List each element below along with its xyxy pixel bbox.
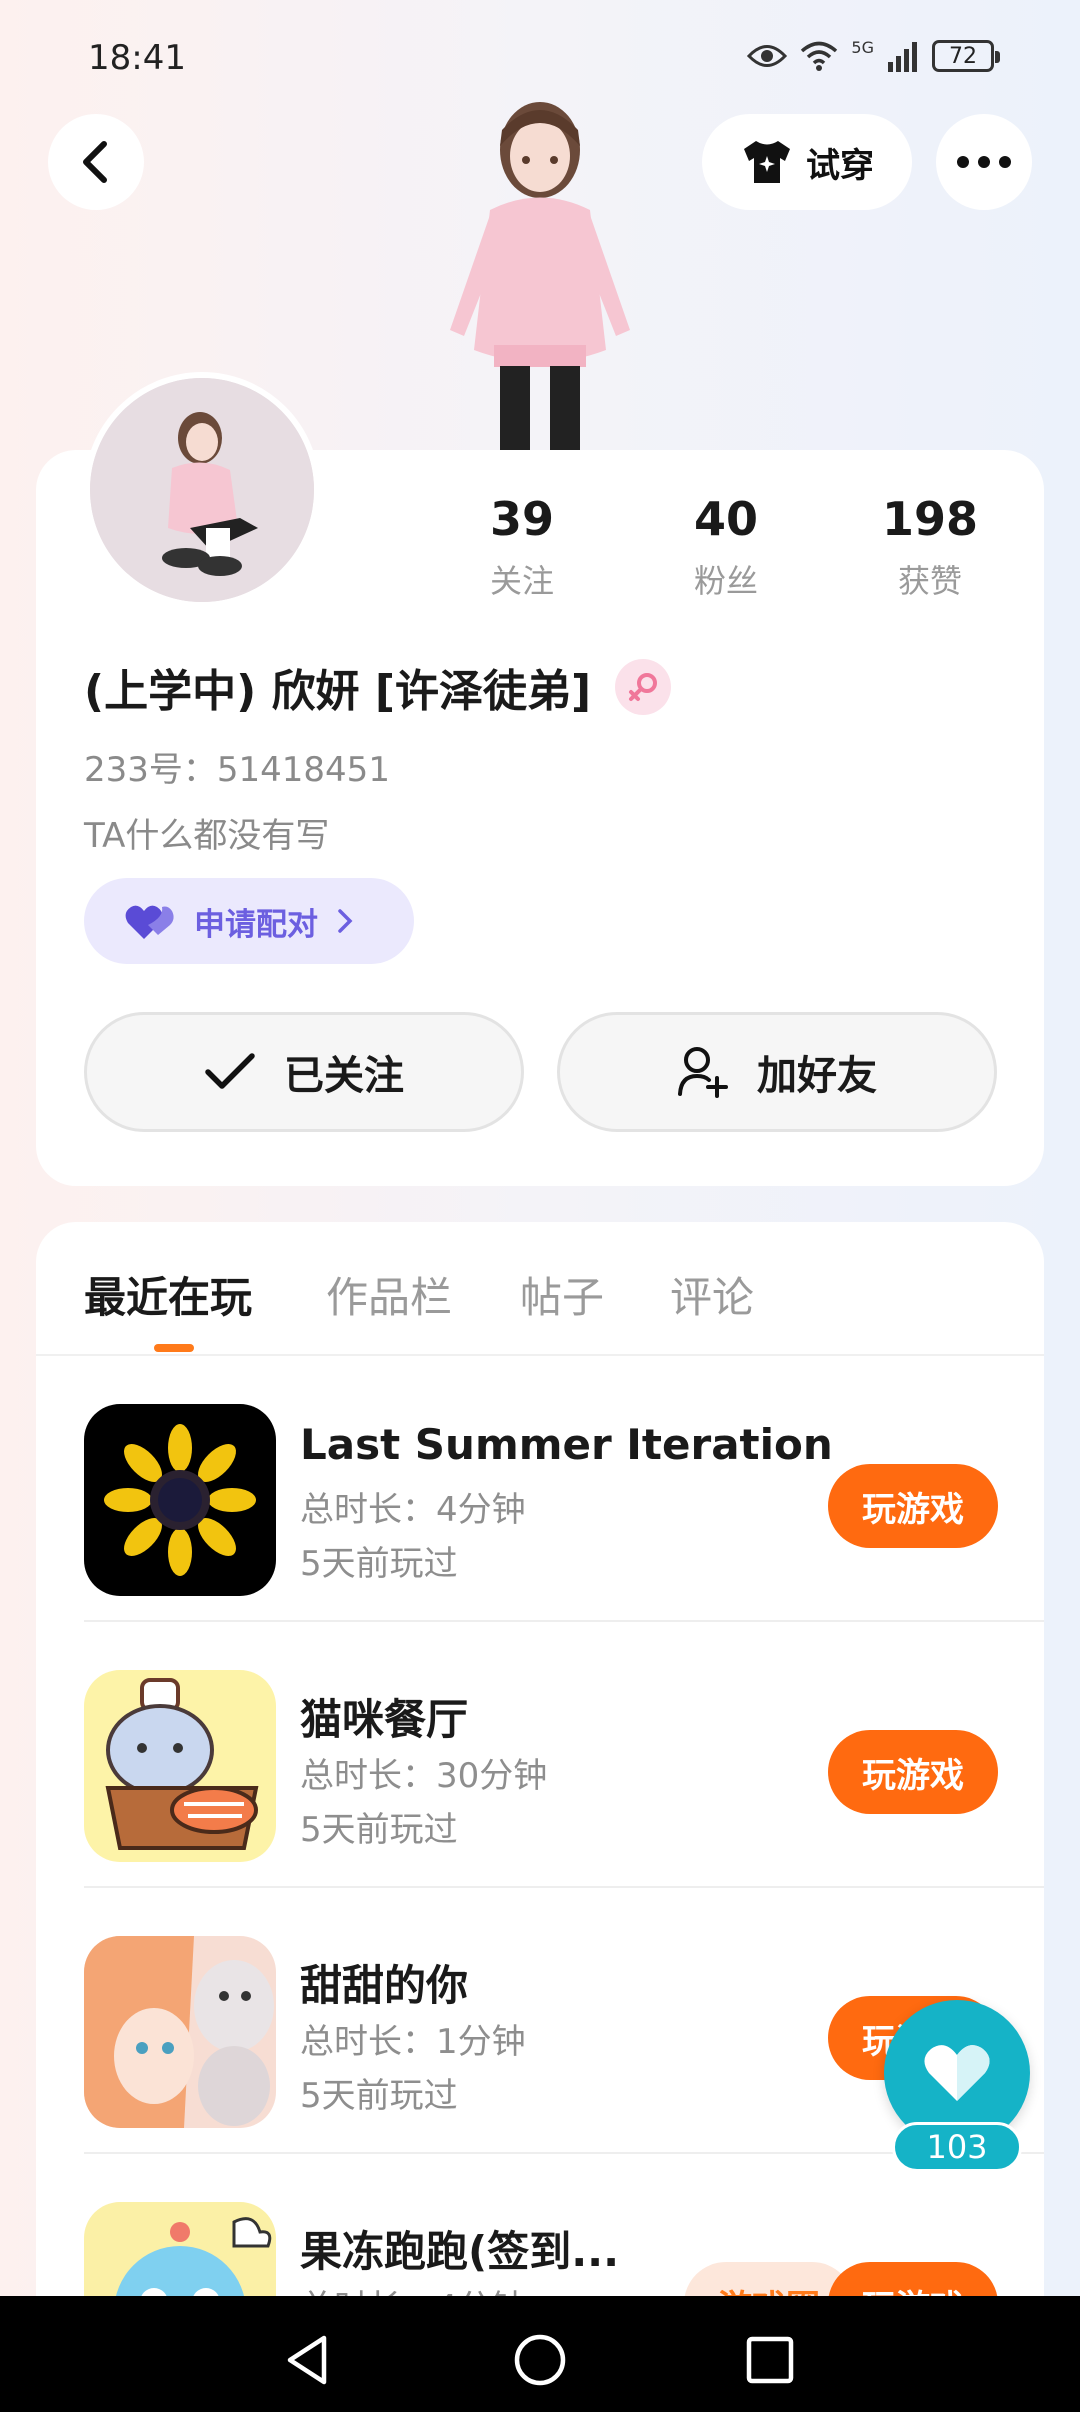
game-duration: 总时长：1分钟 <box>300 2022 526 2062</box>
status-icons: 5G 72 <box>747 37 1000 72</box>
user-id: 233号：51418451 <box>84 750 390 790</box>
network-type: 5G <box>851 37 874 57</box>
battery-level: 72 <box>949 43 977 69</box>
game-row[interactable]: 猫咪餐厅 总时长：30分钟 5天前玩过 玩游戏 <box>84 1622 1044 1888</box>
double-heart-icon <box>125 905 174 939</box>
signal-icon <box>888 42 917 72</box>
game-title: Last Summer Iteration <box>300 1420 833 1469</box>
tab-indicator <box>154 1344 194 1352</box>
character-figure <box>450 102 630 452</box>
game-row[interactable]: Last Summer Iteration 总时长：4分钟 5天前玩过 玩游戏 <box>84 1356 1044 1622</box>
games-card: 最近在玩 作品栏 帖子 评论 Last Summer Iteration 总时长… <box>36 1222 1044 2412</box>
tshirt-icon <box>744 141 790 183</box>
game-last-played: 5天前玩过 <box>300 2076 458 2116</box>
avatar[interactable] <box>84 372 320 608</box>
tab-recently-played[interactable]: 最近在玩 <box>84 1264 252 1325</box>
game-duration: 总时长：4分钟 <box>300 1490 526 1530</box>
tab-posts[interactable]: 帖子 <box>520 1264 604 1325</box>
stat-label: 粉丝 <box>693 562 758 600</box>
profile-name-row: (上学中) 欣妍 [许泽徒弟] <box>84 655 672 719</box>
play-game-button[interactable]: 玩游戏 <box>828 1464 998 1548</box>
like-floating-button[interactable]: 103 <box>884 2000 1030 2176</box>
stat-value: 198 <box>881 492 979 546</box>
game-last-played: 5天前玩过 <box>300 1544 458 1584</box>
stat-following[interactable]: 39 关注 <box>442 492 602 602</box>
chevron-right-icon <box>338 909 353 933</box>
following-button[interactable]: 已关注 <box>84 1012 524 1132</box>
stat-label: 关注 <box>489 562 554 600</box>
game-icon-sunflower <box>84 1404 276 1596</box>
tab-comments[interactable]: 评论 <box>670 1264 754 1325</box>
add-user-icon <box>678 1047 728 1098</box>
game-icon-sweet-you <box>84 1936 276 2128</box>
status-time: 18:41 <box>88 38 186 78</box>
try-on-button[interactable]: 试穿 <box>702 114 912 210</box>
more-options-button[interactable] <box>936 114 1032 210</box>
heart-icon <box>924 2045 990 2101</box>
try-on-label: 试穿 <box>806 145 874 186</box>
stat-fans[interactable]: 40 粉丝 <box>646 492 806 602</box>
back-button[interactable] <box>48 114 144 210</box>
battery-indicator: 72 <box>932 40 1000 72</box>
apply-pair-label: 申请配对 <box>194 906 318 943</box>
nav-back-icon[interactable] <box>280 2332 336 2388</box>
game-title: 猫咪餐厅 <box>300 1695 469 1744</box>
wifi-icon <box>801 41 838 71</box>
stat-likes[interactable]: 198 获赞 <box>850 492 1010 602</box>
nav-home-icon[interactable] <box>512 2332 568 2388</box>
play-game-button[interactable]: 玩游戏 <box>828 1730 998 1814</box>
add-friend-label: 加好友 <box>757 1053 877 1099</box>
game-title: 甜甜的你 <box>300 1961 469 2010</box>
tab-bar: 最近在玩 作品栏 帖子 评论 <box>36 1222 1044 1356</box>
game-duration: 总时长：30分钟 <box>300 1756 548 1796</box>
eye-icon <box>747 45 788 67</box>
add-friend-button[interactable]: 加好友 <box>557 1012 997 1132</box>
profile-name: (上学中) 欣妍 [许泽徒弟] <box>84 666 592 717</box>
more-dots-icon <box>957 156 1011 168</box>
game-icon-cat-restaurant <box>84 1670 276 1862</box>
following-label: 已关注 <box>284 1053 404 1099</box>
game-last-played: 5天前玩过 <box>300 1810 458 1850</box>
nav-recents-icon[interactable] <box>742 2332 798 2388</box>
apply-pair-button[interactable]: 申请配对 <box>84 878 414 964</box>
chevron-left-icon <box>83 141 107 183</box>
checkmark-icon <box>205 1053 255 1089</box>
game-title: 果冻跑跑(签到... <box>300 2227 620 2276</box>
avatar-illustration <box>90 378 314 602</box>
system-nav-bar <box>0 2296 1080 2412</box>
female-icon <box>615 659 672 715</box>
stat-value: 39 <box>489 492 554 546</box>
stat-value: 40 <box>693 492 758 546</box>
user-bio: TA什么都没有写 <box>84 816 330 856</box>
stat-label: 获赞 <box>897 562 962 600</box>
tab-works[interactable]: 作品栏 <box>326 1264 452 1325</box>
like-count: 103 <box>892 2122 1022 2172</box>
